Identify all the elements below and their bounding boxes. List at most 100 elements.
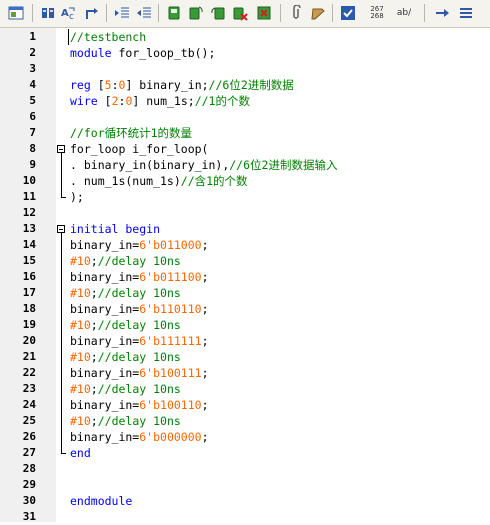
wrap-icon[interactable]	[308, 3, 328, 23]
line-number: 29	[22, 478, 36, 491]
code-line[interactable]: 26 binary_in=6'b000000;	[0, 429, 490, 445]
code-line[interactable]: 19 #10;//delay 10ns	[0, 317, 490, 333]
code-text: #10;//delay 10ns	[70, 285, 181, 301]
code-line[interactable]: 21 #10;//delay 10ns	[0, 349, 490, 365]
code-token: //6位2进制数据输入	[229, 158, 338, 172]
line-number: 1	[29, 30, 36, 43]
code-token: ;	[201, 334, 209, 348]
view-icon[interactable]	[6, 3, 26, 23]
code-line[interactable]: 10 . num_1s(num_1s)//含1的个数	[0, 173, 490, 189]
code-token: . num_1s(num_1s)	[70, 174, 181, 188]
line-number: 21	[22, 350, 36, 363]
code-token: //6位2进制数据	[208, 78, 294, 92]
code-token: #10	[70, 318, 91, 332]
code-text: binary_in=6'b011000;	[70, 237, 209, 253]
code-token: ;	[90, 254, 98, 268]
spellcheck-icon[interactable]	[338, 3, 358, 23]
code-text: #10;//delay 10ns	[70, 413, 181, 429]
line-number: 5	[29, 94, 36, 107]
refresh-icon[interactable]	[186, 3, 206, 23]
code-token: //含1的个数	[180, 174, 248, 188]
line-number: 26	[22, 430, 36, 443]
code-line[interactable]: 24 binary_in=6'b100110;	[0, 397, 490, 413]
code-line[interactable]: 1 //testbench	[0, 29, 490, 45]
code-line[interactable]: 7 //for循环统计1的数量	[0, 125, 490, 141]
code-token: //delay 10ns	[97, 414, 181, 428]
undo-icon[interactable]	[208, 3, 228, 23]
code-token: 5	[104, 78, 112, 92]
code-token: //for循环统计1的数量	[70, 126, 193, 140]
fold-toggle-icon[interactable]	[57, 145, 65, 153]
code-token: binary_in=	[70, 430, 140, 444]
code-text: reg [5:0] binary_in;//6位2进制数据	[70, 77, 294, 93]
svg-text:A: A	[61, 8, 69, 19]
line-number: 3	[29, 62, 36, 75]
indent-icon[interactable]	[112, 3, 132, 23]
code-line[interactable]: 23 #10;//delay 10ns	[0, 381, 490, 397]
goto-icon[interactable]	[82, 3, 102, 23]
arrow-right-icon[interactable]	[432, 3, 452, 23]
line-number: 10	[22, 174, 36, 187]
code-token: endmodule	[70, 494, 133, 508]
line-number: 6	[29, 110, 36, 123]
code-line[interactable]: 4 reg [5:0] binary_in;//6位2进制数据	[0, 77, 490, 93]
code-token: [	[97, 94, 112, 108]
code-line[interactable]: 22 binary_in=6'b100111;	[0, 365, 490, 381]
fold-icon[interactable]	[164, 3, 184, 23]
code-line[interactable]: 18 binary_in=6'b110110;	[0, 301, 490, 317]
code-token: #10	[70, 350, 91, 364]
code-line[interactable]: 20 binary_in=6'b111111;	[0, 333, 490, 349]
code-text: //for循环统计1的数量	[70, 125, 192, 141]
code-line[interactable]: 6	[0, 109, 490, 125]
delete-icon[interactable]	[230, 3, 250, 23]
code-editor[interactable]: 1 //testbench 2 module for_loop_tb(); 3 4 reg …	[0, 28, 490, 525]
code-line[interactable]: 28	[0, 461, 490, 477]
code-token: //testbench	[70, 30, 147, 44]
code-line[interactable]: 14 binary_in=6'b011000;	[0, 237, 490, 253]
macro-icon[interactable]	[38, 3, 58, 23]
code-line[interactable]: 30 endmodule	[0, 493, 490, 509]
code-line[interactable]: 5 wire [2:0] num_1s;//1的个数	[0, 93, 490, 109]
code-line[interactable]: 29	[0, 477, 490, 493]
code-token: end	[70, 446, 91, 460]
code-text: end	[70, 445, 91, 461]
code-token: 6'b111111	[139, 334, 202, 348]
code-token: //delay 10ns	[97, 318, 181, 332]
line-number: 7	[29, 126, 36, 139]
replace-icon[interactable]: Ac	[60, 3, 80, 23]
code-token: . binary_in(binary_in),	[70, 158, 230, 172]
code-token: 6'b000000	[139, 430, 202, 444]
code-token: ;	[201, 398, 209, 412]
list-icon[interactable]	[456, 3, 476, 23]
code-line[interactable]: 2 module for_loop_tb();	[0, 45, 490, 61]
code-token: ] binary_in;	[125, 78, 209, 92]
code-token: module	[70, 46, 112, 60]
code-token: reg	[70, 78, 91, 92]
code-line[interactable]: 17 #10;//delay 10ns	[0, 285, 490, 301]
code-text: binary_in=6'b100111;	[70, 365, 209, 381]
code-line[interactable]: 8 for_loop i_for_loop(	[0, 141, 490, 157]
code-text: #10;//delay 10ns	[70, 381, 181, 397]
outdent-icon[interactable]	[134, 3, 154, 23]
code-token: ;	[201, 430, 209, 444]
code-line[interactable]: 31	[0, 509, 490, 525]
code-line[interactable]: 13 initial begin	[0, 221, 490, 237]
code-line[interactable]: 11);	[0, 189, 490, 205]
code-token: ;	[90, 382, 98, 396]
ab-toggle[interactable]: ab/	[392, 3, 416, 23]
code-line[interactable]: 25 #10;//delay 10ns	[0, 413, 490, 429]
code-line[interactable]: 27 end	[0, 445, 490, 461]
close-file-icon[interactable]	[254, 3, 274, 23]
line-number: 17	[22, 286, 36, 299]
fold-toggle-icon[interactable]	[57, 225, 65, 233]
line-number: 14	[22, 238, 36, 251]
code-line[interactable]: 15 #10;//delay 10ns	[0, 253, 490, 269]
code-line[interactable]: 3	[0, 61, 490, 77]
code-text: endmodule	[70, 493, 132, 509]
code-line[interactable]: 9 . binary_in(binary_in),//6位2进制数据输入	[0, 157, 490, 173]
code-line[interactable]: 16 binary_in=6'b011100;	[0, 269, 490, 285]
paperclip-icon[interactable]	[286, 3, 306, 23]
code-line[interactable]: 12	[0, 205, 490, 221]
code-token: #10	[70, 286, 91, 300]
line-number: 9	[29, 158, 36, 171]
